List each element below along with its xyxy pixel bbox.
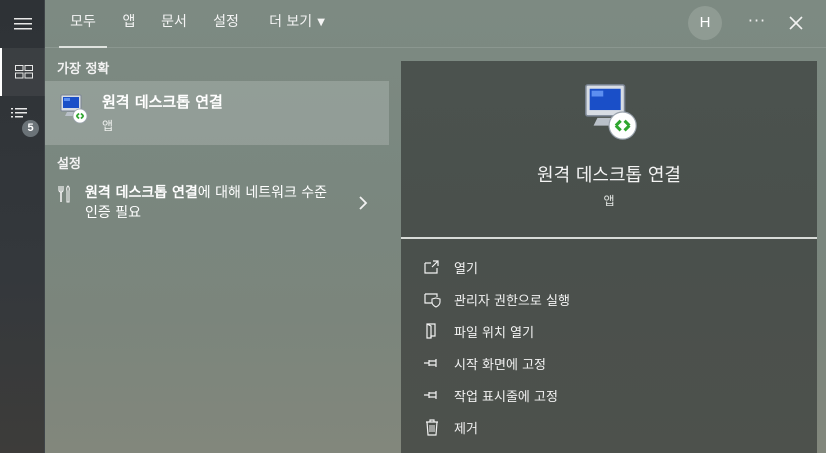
- notification-badge: 5: [22, 120, 39, 137]
- left-rail: 5: [0, 0, 45, 453]
- search-tabs-bar: 모두 앱 문서 설정 더 보기 ▼ H ···: [45, 0, 826, 48]
- chevron-right-icon[interactable]: [357, 195, 369, 211]
- action-label: 파일 위치 열기: [454, 325, 535, 341]
- search-panel: 모두 앱 문서 설정 더 보기 ▼ H ··· 가장 정확 원격 데스크톱 연결…: [45, 0, 826, 453]
- preview-type: 앱: [603, 194, 615, 208]
- close-button[interactable]: [781, 8, 811, 38]
- setting-result-text: 원격 데스크톱 연결에 대해 네트워크 수준 인증 필요: [85, 183, 335, 223]
- tab-label: 앱: [122, 14, 136, 30]
- setting-result-item[interactable]: 원격 데스크톱 연결에 대해 네트워크 수준 인증 필요: [45, 177, 389, 233]
- action-label: 작업 표시줄에 고정: [454, 389, 558, 405]
- more-options-button[interactable]: ···: [742, 8, 772, 38]
- tab-label: 더 보기: [269, 14, 313, 30]
- action-open[interactable]: 열기: [423, 255, 803, 279]
- best-match-header: 가장 정확: [57, 62, 110, 77]
- setting-result-bold: 원격 데스크톱 연결: [85, 185, 198, 201]
- remote-desktop-icon: [60, 94, 88, 124]
- action-label: 제거: [454, 421, 478, 437]
- tab-label: 문서: [161, 14, 187, 30]
- tab-documents[interactable]: 문서: [157, 0, 191, 48]
- tab-more[interactable]: 더 보기 ▼: [263, 0, 331, 48]
- action-open-file-location[interactable]: 파일 위치 열기: [423, 319, 803, 343]
- trash-icon: [426, 419, 438, 436]
- file-location-icon: [426, 323, 436, 339]
- pin-taskbar-icon: [424, 391, 437, 399]
- pin-start-icon: [424, 359, 437, 367]
- action-pin-to-start[interactable]: 시작 화면에 고정: [423, 351, 803, 375]
- tab-label: 모두: [70, 14, 96, 30]
- home-grid-icon: [14, 65, 33, 79]
- best-match-title: 원격 데스크톱 연결: [102, 93, 223, 111]
- action-label: 시작 화면에 고정: [454, 357, 546, 373]
- best-match-type: 앱: [102, 119, 114, 133]
- hamburger-menu-button[interactable]: [0, 0, 45, 48]
- tab-all[interactable]: 모두: [59, 0, 107, 48]
- action-label: 열기: [454, 261, 478, 277]
- best-match-item[interactable]: 원격 데스크톱 연결 앱: [45, 81, 389, 145]
- action-label: 관리자 권한으로 실행: [454, 293, 570, 309]
- settings-tools-icon: [58, 185, 70, 203]
- preview-divider: [401, 237, 817, 239]
- avatar[interactable]: H: [688, 6, 722, 40]
- tab-settings[interactable]: 설정: [209, 0, 243, 48]
- results-list: 가장 정확 원격 데스크톱 연결 앱 설정 원격 데스크톱 연결에 대해 네트워…: [45, 49, 389, 453]
- action-pin-to-taskbar[interactable]: 작업 표시줄에 고정: [423, 383, 803, 407]
- preview-pane: 원격 데스크톱 연결 앱 열기 관리자 권한으로 실행 파일 위치 열기 시작 …: [401, 61, 817, 453]
- action-run-as-admin[interactable]: 관리자 권한으로 실행: [423, 287, 803, 311]
- tab-apps[interactable]: 앱: [117, 0, 141, 48]
- open-icon: [424, 260, 439, 274]
- activity-button[interactable]: 5: [0, 96, 45, 144]
- home-button[interactable]: [0, 48, 45, 96]
- hamburger-icon: [13, 18, 32, 30]
- settings-header: 설정: [57, 157, 81, 172]
- close-icon: [789, 16, 803, 30]
- action-uninstall[interactable]: 제거: [423, 415, 803, 439]
- tab-label: 설정: [213, 14, 239, 30]
- preview-title: 원격 데스크톱 연결: [537, 165, 681, 186]
- shield-icon: [424, 293, 441, 308]
- remote-desktop-icon: [585, 84, 637, 140]
- chevron-down-icon: ▼: [317, 17, 325, 28]
